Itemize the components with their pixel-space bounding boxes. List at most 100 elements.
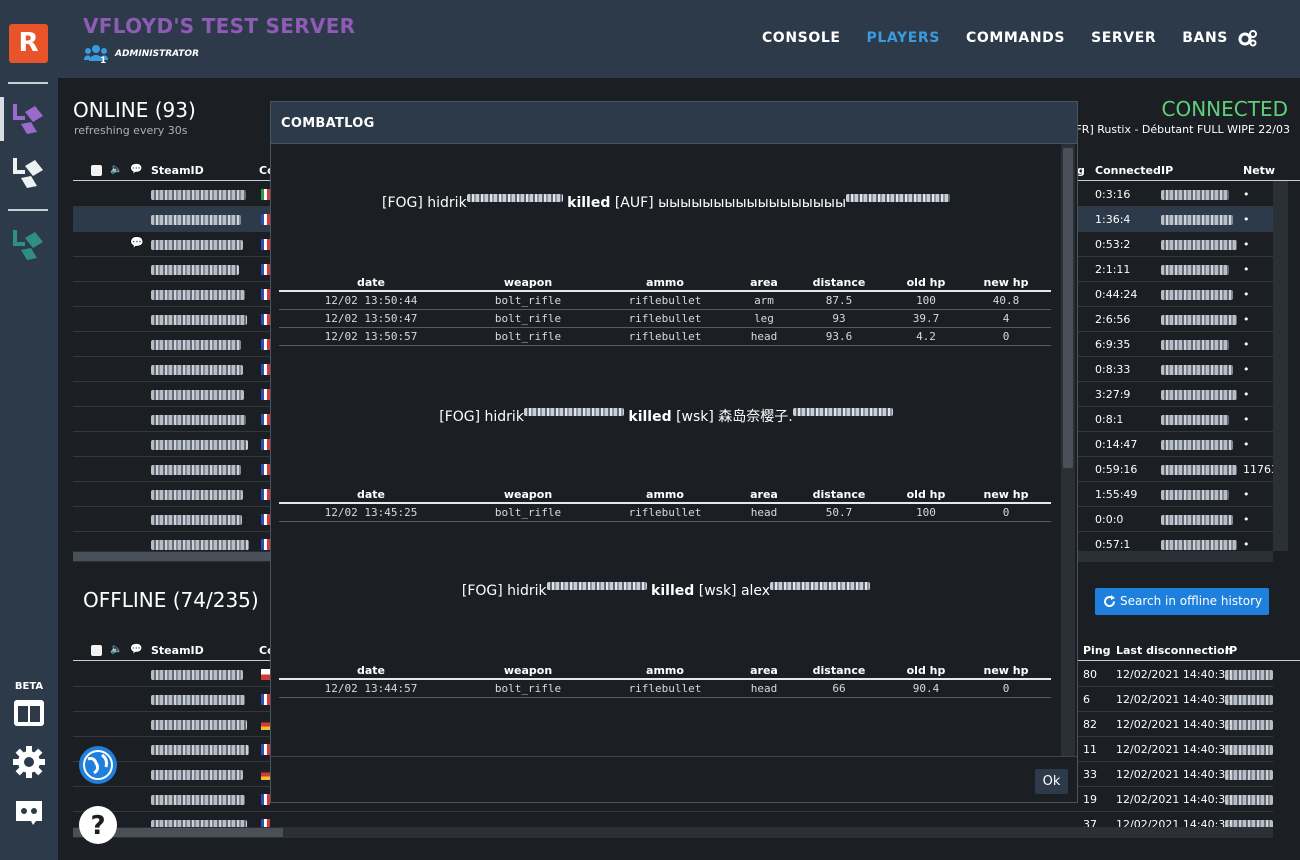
redacted-ip bbox=[1161, 190, 1229, 200]
col-steamid[interactable]: SteamID bbox=[151, 644, 204, 657]
ping-value: 82 bbox=[1083, 718, 1097, 731]
mute-icon[interactable]: 🔈 bbox=[110, 164, 122, 175]
chat-icon[interactable]: 💬 bbox=[130, 236, 144, 249]
redacted-ip bbox=[1161, 415, 1229, 425]
combatlog-hit-row: 12/02 13:50:44 bolt_rifle riflebullet arm 87… bbox=[279, 292, 1051, 310]
ok-button[interactable]: Ok bbox=[1035, 769, 1068, 794]
layout-columns-icon[interactable] bbox=[12, 696, 46, 730]
connected-time: 2:1:11 bbox=[1095, 263, 1131, 276]
scroll-thumb[interactable] bbox=[1063, 148, 1073, 468]
col-network[interactable]: Netw bbox=[1243, 164, 1275, 177]
offline-horizontal-scrollbar[interactable] bbox=[73, 827, 1273, 838]
col-last-disconnection[interactable]: Last disconnection bbox=[1116, 644, 1232, 657]
combatlog-col-header: ammo bbox=[646, 664, 684, 677]
rust-server-purple-icon[interactable] bbox=[11, 102, 45, 136]
last-disconnection-value: 12/02/2021 14:40:32 bbox=[1116, 793, 1233, 806]
last-disconnection-value: 12/02/2021 14:40:32 bbox=[1116, 768, 1233, 781]
settings-gear-icon[interactable] bbox=[12, 745, 46, 779]
mute-icon[interactable]: 🔈 bbox=[110, 644, 122, 655]
kill-event-summary: [FOG] hidrik killed [AUF] ыыыыыыыыыыыыыы… bbox=[271, 194, 1061, 211]
col-ping[interactable]: Ping bbox=[1083, 644, 1111, 657]
select-all-checkbox[interactable] bbox=[91, 165, 102, 176]
combatlog-cell: 40.8 bbox=[992, 294, 1020, 307]
rust-server-teal-icon[interactable] bbox=[11, 228, 45, 262]
redacted-attacker-suffix bbox=[546, 582, 647, 590]
redacted-steamid bbox=[151, 290, 245, 300]
combatlog-col-header: date bbox=[356, 664, 385, 677]
nav-console[interactable]: CONSOLE bbox=[762, 30, 841, 46]
connected-time: 0:0:0 bbox=[1095, 513, 1124, 526]
connected-time: 1:36:4 bbox=[1095, 213, 1131, 226]
redacted-ip bbox=[1161, 365, 1233, 375]
combatlog-cell: bolt_rifle bbox=[494, 294, 562, 307]
redacted-steamid bbox=[151, 540, 249, 550]
country-flag-icon bbox=[261, 794, 270, 805]
country-flag-icon bbox=[261, 439, 270, 450]
redacted-steamid bbox=[151, 315, 247, 325]
redacted-ip bbox=[1161, 290, 1233, 300]
connected-time: 0:44:24 bbox=[1095, 288, 1138, 301]
country-flag-icon bbox=[261, 314, 270, 325]
country-flag-icon bbox=[261, 189, 270, 200]
combatlog-cell: 12/02 13:50:44 bbox=[324, 294, 418, 307]
scroll-thumb[interactable] bbox=[73, 552, 283, 561]
rust-server-white-icon[interactable] bbox=[11, 156, 45, 190]
redacted-ip bbox=[1161, 465, 1237, 475]
chat-icon[interactable]: 💬 bbox=[130, 644, 142, 655]
app-logo[interactable]: R bbox=[9, 24, 48, 63]
killed-verb: killed bbox=[567, 195, 611, 211]
combatlog-cell: 12/02 13:50:57 bbox=[324, 330, 418, 343]
redacted-steamid bbox=[151, 770, 243, 780]
connected-time: 2:6:56 bbox=[1095, 313, 1131, 326]
country-flag-icon bbox=[261, 669, 270, 680]
redacted-ip bbox=[1161, 490, 1229, 500]
combatlog-cell: bolt_rifle bbox=[494, 330, 562, 343]
logo-letter: R bbox=[18, 28, 39, 58]
combatlog-col-header: distance bbox=[812, 664, 866, 677]
nav-commands[interactable]: COMMANDS bbox=[966, 30, 1065, 46]
col-ping[interactable]: g bbox=[1077, 164, 1085, 177]
redacted-ip bbox=[1161, 540, 1237, 550]
redacted-ip bbox=[1161, 265, 1229, 275]
sidebar: R BETA bbox=[0, 0, 58, 860]
last-disconnection-value: 12/02/2021 14:40:32 bbox=[1116, 743, 1233, 756]
country-flag-icon bbox=[261, 694, 270, 705]
country-flag-icon bbox=[261, 289, 270, 300]
network-value: • bbox=[1243, 238, 1250, 251]
combatlog-table: date weapon ammo area distance old hp new hp 12… bbox=[279, 488, 1051, 522]
help-icon[interactable]: ? bbox=[78, 805, 118, 845]
combatlog-modal: COMBATLOG [FOG] hidrik killed [AUF] ыыыы… bbox=[270, 101, 1078, 803]
nav-players[interactable]: PLAYERS bbox=[867, 30, 940, 46]
redacted-ip bbox=[1225, 720, 1273, 730]
redacted-steamid bbox=[151, 745, 249, 755]
combatlog-col-header: weapon bbox=[503, 276, 553, 289]
ping-value: 19 bbox=[1083, 793, 1097, 806]
redacted-ip bbox=[1225, 770, 1273, 780]
online-title: ONLINE (93) bbox=[73, 98, 196, 122]
nav-bans[interactable]: BANS bbox=[1182, 30, 1228, 46]
network-value: • bbox=[1243, 513, 1250, 526]
search-offline-history-button[interactable]: Search in offline history bbox=[1095, 588, 1269, 615]
col-connected[interactable]: Connected bbox=[1095, 164, 1161, 177]
select-all-checkbox[interactable] bbox=[91, 645, 102, 656]
online-vertical-scrollbar[interactable] bbox=[1273, 181, 1288, 551]
role-label: ADMINISTRATOR bbox=[115, 49, 199, 59]
nav-server[interactable]: SERVER bbox=[1091, 30, 1156, 46]
country-flag-icon bbox=[261, 389, 270, 400]
redacted-attacker-suffix bbox=[523, 408, 624, 416]
modal-vertical-scrollbar[interactable] bbox=[1061, 144, 1075, 756]
discord-icon[interactable] bbox=[12, 795, 46, 829]
combatlog-cell: 0 bbox=[1002, 330, 1010, 343]
settings-gears-icon[interactable] bbox=[1238, 29, 1258, 47]
col-ip[interactable]: IP bbox=[1161, 164, 1173, 177]
redacted-steamid bbox=[151, 795, 245, 805]
server-name: [FR] Rustix - Débutant FULL WIPE 22/03 bbox=[1071, 123, 1290, 136]
chat-icon[interactable]: 💬 bbox=[130, 164, 142, 175]
ping-value: 11 bbox=[1083, 743, 1097, 756]
col-steamid[interactable]: SteamID bbox=[151, 164, 204, 177]
svg-text:?: ? bbox=[90, 811, 105, 841]
col-ip[interactable]: IP bbox=[1225, 644, 1237, 657]
network-value: • bbox=[1243, 363, 1250, 376]
globe-map-icon[interactable] bbox=[78, 745, 118, 785]
network-value: • bbox=[1243, 388, 1250, 401]
